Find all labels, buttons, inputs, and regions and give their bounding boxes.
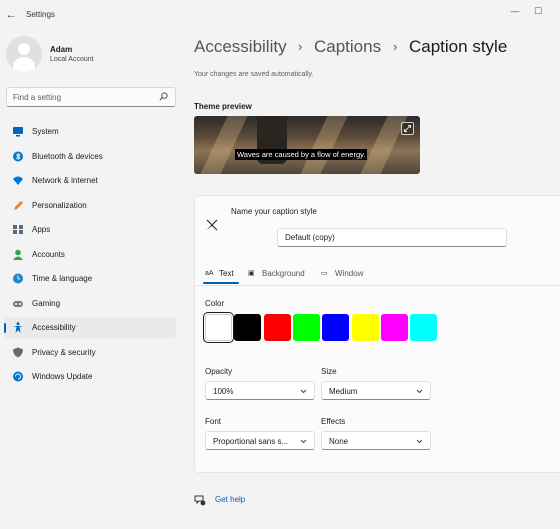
color-swatch[interactable] bbox=[410, 314, 438, 341]
background-icon: ▣ bbox=[248, 270, 255, 277]
effects-value: None bbox=[329, 437, 349, 446]
search-icon bbox=[159, 92, 168, 101]
brush-icon bbox=[14, 200, 23, 210]
color-swatch[interactable] bbox=[322, 314, 350, 341]
theme-preview-heading: Theme preview bbox=[194, 102, 252, 111]
font-label: Font bbox=[205, 417, 222, 426]
paintbrush-icon bbox=[206, 219, 218, 231]
search-input[interactable] bbox=[13, 92, 153, 103]
caption-sample-text: Waves are caused by a flow of energy. bbox=[235, 149, 368, 160]
sidebar-item-label: Gaming bbox=[32, 298, 61, 308]
chevron-right-icon: › bbox=[393, 39, 398, 54]
caption-style-card: Name your caption style aA Text ▣ Backgr… bbox=[194, 195, 560, 473]
wifi-icon bbox=[13, 176, 23, 185]
size-value: Medium bbox=[329, 387, 358, 396]
globe-clock-icon bbox=[13, 273, 23, 284]
tab-divider bbox=[195, 285, 560, 286]
theme-preview-image: Waves are caused by a flow of energy. bbox=[194, 116, 420, 174]
opacity-value: 100% bbox=[213, 387, 234, 396]
autosave-note: Your changes are saved automatically. bbox=[194, 71, 314, 78]
sidebar-item-accessibility[interactable]: Accessibility bbox=[4, 317, 176, 338]
opacity-label: Opacity bbox=[205, 367, 233, 376]
chevron-down-icon bbox=[300, 439, 307, 444]
sidebar-item-label: Time & language bbox=[32, 274, 93, 283]
opacity-dropdown[interactable]: 100% bbox=[205, 381, 315, 400]
sidebar-item-label: Accounts bbox=[32, 249, 65, 259]
minimize-icon[interactable]: — bbox=[509, 5, 521, 17]
text-aa-icon: aA bbox=[205, 270, 214, 277]
size-label: Size bbox=[321, 367, 337, 376]
tab-text-label: Text bbox=[219, 269, 234, 278]
sidebar-item-bluetooth-devices[interactable]: Bluetooth & devices bbox=[4, 146, 176, 167]
sidebar-item-label: Network & internet bbox=[32, 176, 98, 185]
chevron-right-icon: › bbox=[298, 39, 303, 54]
maximize-icon[interactable]: ☐ bbox=[532, 5, 544, 17]
size-dropdown[interactable]: Medium bbox=[321, 381, 431, 400]
page-title: Caption style bbox=[409, 37, 508, 56]
title-bar: ← Settings — ☐ bbox=[0, 0, 560, 30]
sidebar-item-system[interactable]: System bbox=[4, 121, 176, 142]
shield-icon bbox=[13, 347, 23, 357]
tab-window-label: Window bbox=[335, 269, 364, 278]
chevron-down-icon bbox=[416, 439, 423, 444]
person-icon bbox=[13, 249, 23, 260]
user-account-type: Local Account bbox=[50, 56, 94, 63]
sidebar-item-privacy-security[interactable]: Privacy & security bbox=[4, 342, 176, 363]
effects-label: Effects bbox=[321, 417, 346, 426]
avatar[interactable] bbox=[6, 36, 42, 72]
search-box[interactable] bbox=[6, 87, 176, 107]
help-icon bbox=[194, 495, 206, 506]
sidebar-item-label: Accessibility bbox=[32, 323, 76, 332]
back-arrow-icon[interactable]: ← bbox=[4, 8, 18, 22]
monitor-icon bbox=[13, 127, 23, 137]
get-help-link[interactable]: Get help bbox=[215, 495, 245, 504]
app-title: Settings bbox=[26, 10, 55, 19]
font-value: Proportional sans s... bbox=[213, 437, 289, 446]
chevron-down-icon bbox=[416, 389, 423, 394]
color-swatch[interactable] bbox=[263, 314, 291, 341]
expand-icon[interactable] bbox=[401, 122, 414, 135]
sidebar-item-personalization[interactable]: Personalization bbox=[4, 195, 176, 216]
sidebar-item-apps[interactable]: Apps bbox=[4, 219, 176, 240]
color-swatch[interactable] bbox=[380, 314, 408, 341]
breadcrumb-accessibility[interactable]: Accessibility bbox=[194, 37, 287, 57]
sidebar-item-windows-update[interactable]: Windows Update bbox=[4, 366, 176, 387]
color-swatch[interactable] bbox=[234, 314, 262, 341]
active-tab-indicator bbox=[203, 282, 239, 284]
sidebar-item-label: Windows Update bbox=[32, 372, 93, 381]
sidebar-item-accounts[interactable]: Accounts bbox=[4, 244, 176, 265]
sidebar-item-gaming[interactable]: Gaming bbox=[4, 293, 176, 314]
font-dropdown[interactable]: Proportional sans s... bbox=[205, 431, 315, 450]
sidebar-item-label: Privacy & security bbox=[32, 347, 96, 357]
window-icon: ▭ bbox=[321, 270, 328, 277]
style-name-input[interactable] bbox=[277, 228, 507, 247]
chevron-down-icon bbox=[300, 389, 307, 394]
sidebar-item-time-language[interactable]: Time & language bbox=[4, 268, 176, 289]
user-name: Adam bbox=[50, 45, 73, 54]
style-name-label: Name your caption style bbox=[231, 207, 317, 216]
breadcrumb-captions[interactable]: Captions bbox=[314, 37, 381, 57]
sidebar-item-label: Bluetooth & devices bbox=[32, 151, 103, 161]
effects-dropdown[interactable]: None bbox=[321, 431, 431, 450]
sidebar-item-label: Apps bbox=[32, 225, 51, 234]
sidebar-item-label: System bbox=[32, 127, 59, 136]
color-swatch[interactable] bbox=[351, 314, 379, 341]
color-swatch[interactable] bbox=[292, 314, 320, 341]
color-label: Color bbox=[205, 299, 225, 308]
sidebar-item-label: Personalization bbox=[32, 200, 87, 210]
sidebar-item-network-internet[interactable]: Network & internet bbox=[4, 170, 176, 191]
bluetooth-icon bbox=[13, 151, 23, 161]
tab-background-label: Background bbox=[262, 269, 305, 278]
accessibility-icon bbox=[13, 322, 23, 333]
color-swatch[interactable] bbox=[205, 314, 232, 341]
controller-icon bbox=[13, 300, 23, 307]
update-icon bbox=[13, 371, 23, 382]
apps-icon bbox=[13, 225, 23, 234]
